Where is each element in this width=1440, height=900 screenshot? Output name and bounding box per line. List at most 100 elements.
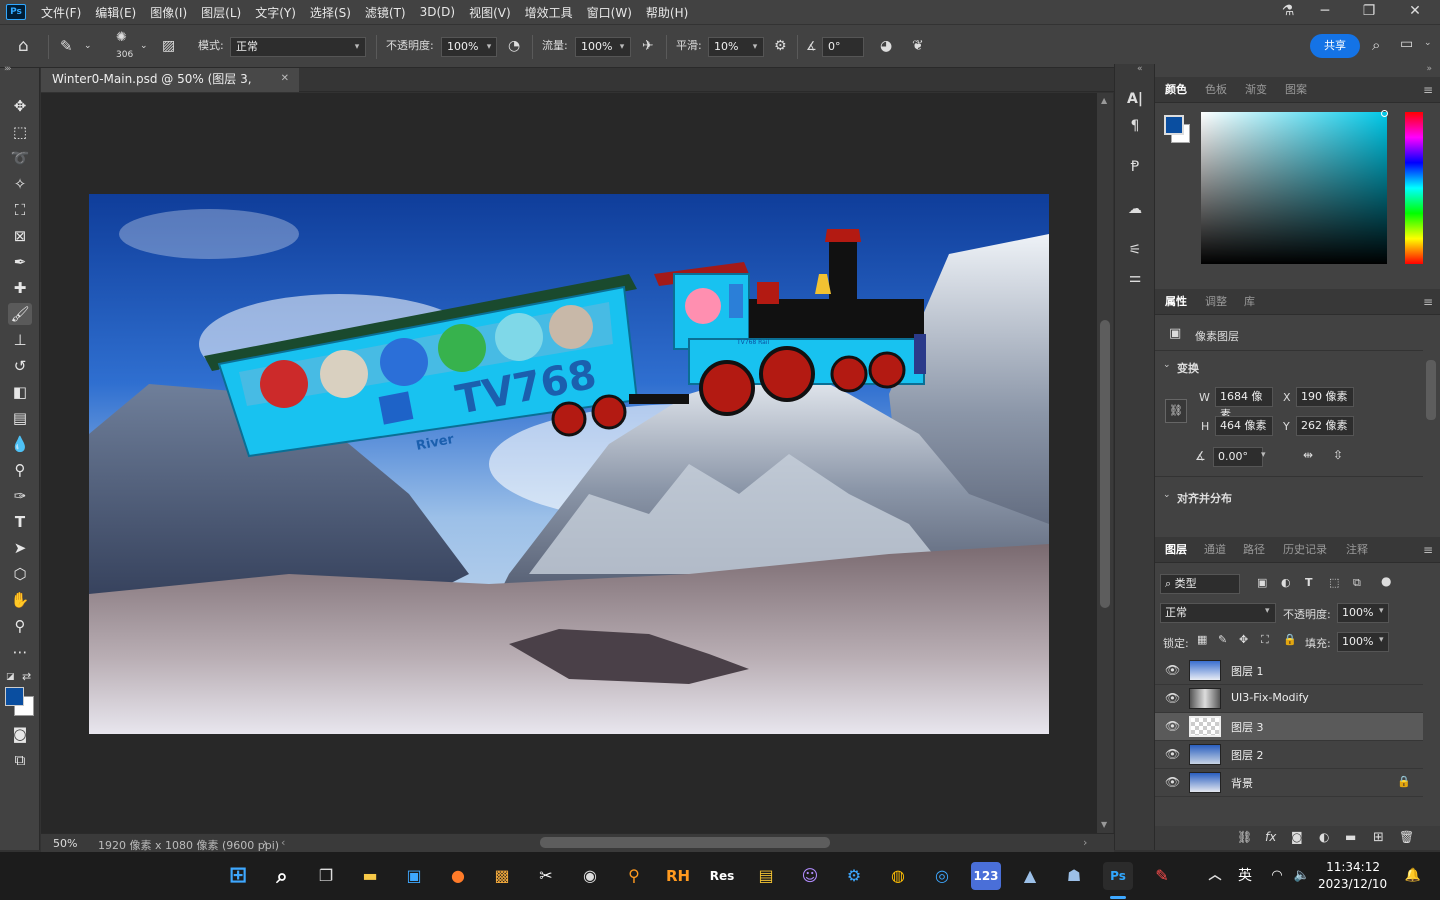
- resource-hacker-icon[interactable]: RH: [663, 862, 693, 890]
- gear-icon[interactable]: ⚙: [774, 35, 787, 57]
- collapse-icon[interactable]: «: [1137, 64, 1143, 74]
- workspace-icon[interactable]: ▭: [1400, 36, 1413, 52]
- tab-gradients[interactable]: 渐变: [1245, 77, 1267, 103]
- chevron-down-icon[interactable]: ⌄: [84, 35, 92, 57]
- rotation-field[interactable]: 0.00°: [1213, 447, 1263, 467]
- swap-colors-icon[interactable]: ⇄: [22, 670, 31, 683]
- foreground-color-swatch[interactable]: [5, 687, 24, 706]
- photos-icon[interactable]: ▲: [1015, 862, 1045, 890]
- close-tab-icon[interactable]: ✕: [281, 68, 289, 90]
- new-layer-icon[interactable]: ⊞: [1373, 830, 1384, 845]
- file-explorer-icon[interactable]: ▬: [355, 862, 385, 890]
- chevron-down-icon[interactable]: ▾: [615, 37, 629, 57]
- windows-start-icon[interactable]: ⊞: [223, 862, 253, 890]
- menu-type[interactable]: 文字(Y): [248, 4, 303, 21]
- chevron-down-icon[interactable]: ⌄: [1424, 38, 1432, 48]
- chevron-down-icon[interactable]: ▾: [1265, 606, 1270, 616]
- visibility-eye-icon[interactable]: 👁: [1165, 747, 1180, 761]
- minimize-button[interactable]: ─: [1302, 0, 1348, 24]
- brush-settings-icon[interactable]: ⚟: [1125, 240, 1145, 260]
- brush-angle-field[interactable]: 0°: [822, 37, 864, 57]
- tab-patterns[interactable]: 图案: [1285, 77, 1307, 103]
- panel-menu-icon[interactable]: ≡: [1423, 83, 1433, 97]
- tab-layers[interactable]: 图层: [1165, 537, 1187, 563]
- everything-search-icon[interactable]: ⚲: [619, 862, 649, 890]
- delete-layer-icon[interactable]: 🗑: [1399, 830, 1414, 844]
- reshacker-icon[interactable]: Res: [707, 862, 737, 890]
- cloud-icon[interactable]: ☁: [1125, 199, 1145, 219]
- image-viewer-icon[interactable]: ▤: [751, 862, 781, 890]
- chevron-down-icon[interactable]: ▾: [350, 37, 364, 57]
- input-language[interactable]: 英: [1230, 862, 1260, 890]
- mode-select[interactable]: 正常: [230, 37, 366, 57]
- foreground-color-chip[interactable]: [1164, 115, 1184, 135]
- lasso-tool-icon[interactable]: ➰: [8, 147, 32, 169]
- chevron-down-icon[interactable]: ⌄: [1163, 360, 1171, 370]
- visibility-eye-icon[interactable]: 👁: [1165, 719, 1180, 733]
- brush-preset-icon[interactable]: ✎: [60, 35, 73, 57]
- tab-color[interactable]: 颜色: [1165, 77, 1187, 103]
- character-panel-icon[interactable]: A|: [1125, 89, 1145, 109]
- hue-slider[interactable]: [1405, 112, 1423, 264]
- menu-file[interactable]: 文件(F): [34, 4, 88, 21]
- chevron-down-icon[interactable]: ▾: [748, 37, 762, 57]
- chevron-down-icon[interactable]: ⌄: [140, 35, 148, 57]
- marquee-tool-icon[interactable]: ⬚: [8, 121, 32, 143]
- scroll-up-icon[interactable]: ▲: [1101, 96, 1107, 105]
- paragraph-panel-icon[interactable]: ¶: [1125, 116, 1145, 136]
- tab-libraries[interactable]: 库: [1244, 289, 1255, 315]
- chevron-down-icon[interactable]: ▾: [1379, 606, 1384, 616]
- menu-filter[interactable]: 滤镜(T): [358, 4, 413, 21]
- x-field[interactable]: 190 像素: [1296, 387, 1354, 407]
- chevron-down-icon[interactable]: ▾: [1379, 635, 1384, 645]
- filter-type-icon[interactable]: T: [1305, 576, 1313, 589]
- gradient-tool-icon[interactable]: ▤: [8, 407, 32, 429]
- layer-row[interactable]: 👁 背景 🔒: [1155, 769, 1423, 797]
- close-button[interactable]: ✕: [1392, 0, 1438, 24]
- photoshop-taskbar-icon[interactable]: Ps: [1103, 862, 1133, 890]
- tab-history[interactable]: 历史记录: [1283, 537, 1327, 563]
- color-field[interactable]: [1201, 112, 1387, 264]
- menu-layer[interactable]: 图层(L): [194, 4, 248, 21]
- media-player-icon[interactable]: ◉: [575, 862, 605, 890]
- glyphs-icon[interactable]: Ᵽ: [1125, 157, 1145, 177]
- store-icon[interactable]: ▣: [399, 862, 429, 890]
- chevron-down-icon[interactable]: ▾: [1261, 450, 1266, 460]
- layer-row[interactable]: 👁 图层 2: [1155, 741, 1423, 769]
- horizontal-scrollbar-thumb[interactable]: [540, 837, 830, 848]
- vertical-scrollbar-thumb[interactable]: [1100, 320, 1110, 608]
- anime-app-icon[interactable]: ☺: [795, 862, 825, 890]
- zoom-level[interactable]: 50%: [53, 837, 77, 850]
- adjustment-layer-icon[interactable]: ◐: [1319, 830, 1329, 844]
- clock-date[interactable]: 2023/12/10: [1318, 877, 1387, 891]
- menu-plugins[interactable]: 增效工具: [518, 4, 580, 21]
- menu-image[interactable]: 图像(I): [143, 4, 194, 21]
- zoom-tool-icon[interactable]: ⚲: [8, 615, 32, 637]
- brush-settings-icon[interactable]: ▨: [162, 35, 175, 57]
- menu-window[interactable]: 窗口(W): [580, 4, 639, 21]
- home-icon[interactable]: ⌂: [18, 35, 29, 57]
- flip-vertical-icon[interactable]: ⇳: [1333, 448, 1343, 462]
- layer-row[interactable]: 👁 图层 1: [1155, 657, 1423, 685]
- clone-stamp-tool-icon[interactable]: ⊥: [8, 329, 32, 351]
- lock-pixels-icon[interactable]: ✎: [1218, 633, 1227, 646]
- collapse-icon[interactable]: »: [4, 64, 10, 74]
- lock-artboard-icon[interactable]: ⛶: [1261, 633, 1269, 647]
- menu-view[interactable]: 视图(V): [462, 4, 518, 21]
- dodge-tool-icon[interactable]: ⚲: [8, 459, 32, 481]
- menu-edit[interactable]: 编辑(E): [88, 4, 143, 21]
- panel-menu-icon[interactable]: ≡: [1423, 295, 1433, 309]
- collapse-icon[interactable]: »: [1426, 64, 1432, 74]
- menu-3d[interactable]: 3D(D): [413, 5, 462, 19]
- notification-bell-icon[interactable]: 🔔: [1398, 862, 1428, 890]
- firefox-icon[interactable]: ●: [443, 862, 473, 890]
- speaker-icon[interactable]: 🔈: [1287, 862, 1317, 890]
- flip-horizontal-icon[interactable]: ⇹: [1303, 448, 1313, 462]
- adjustments-icon[interactable]: ⚌: [1125, 268, 1145, 288]
- chevron-right-icon[interactable]: ›: [263, 836, 267, 849]
- type-tool-icon[interactable]: T: [8, 511, 32, 533]
- filter-shape-icon[interactable]: ⬚: [1329, 576, 1339, 589]
- blur-tool-icon[interactable]: 💧: [8, 433, 32, 455]
- blend-mode-select[interactable]: 正常: [1160, 603, 1276, 623]
- visibility-eye-icon[interactable]: 👁: [1165, 775, 1180, 789]
